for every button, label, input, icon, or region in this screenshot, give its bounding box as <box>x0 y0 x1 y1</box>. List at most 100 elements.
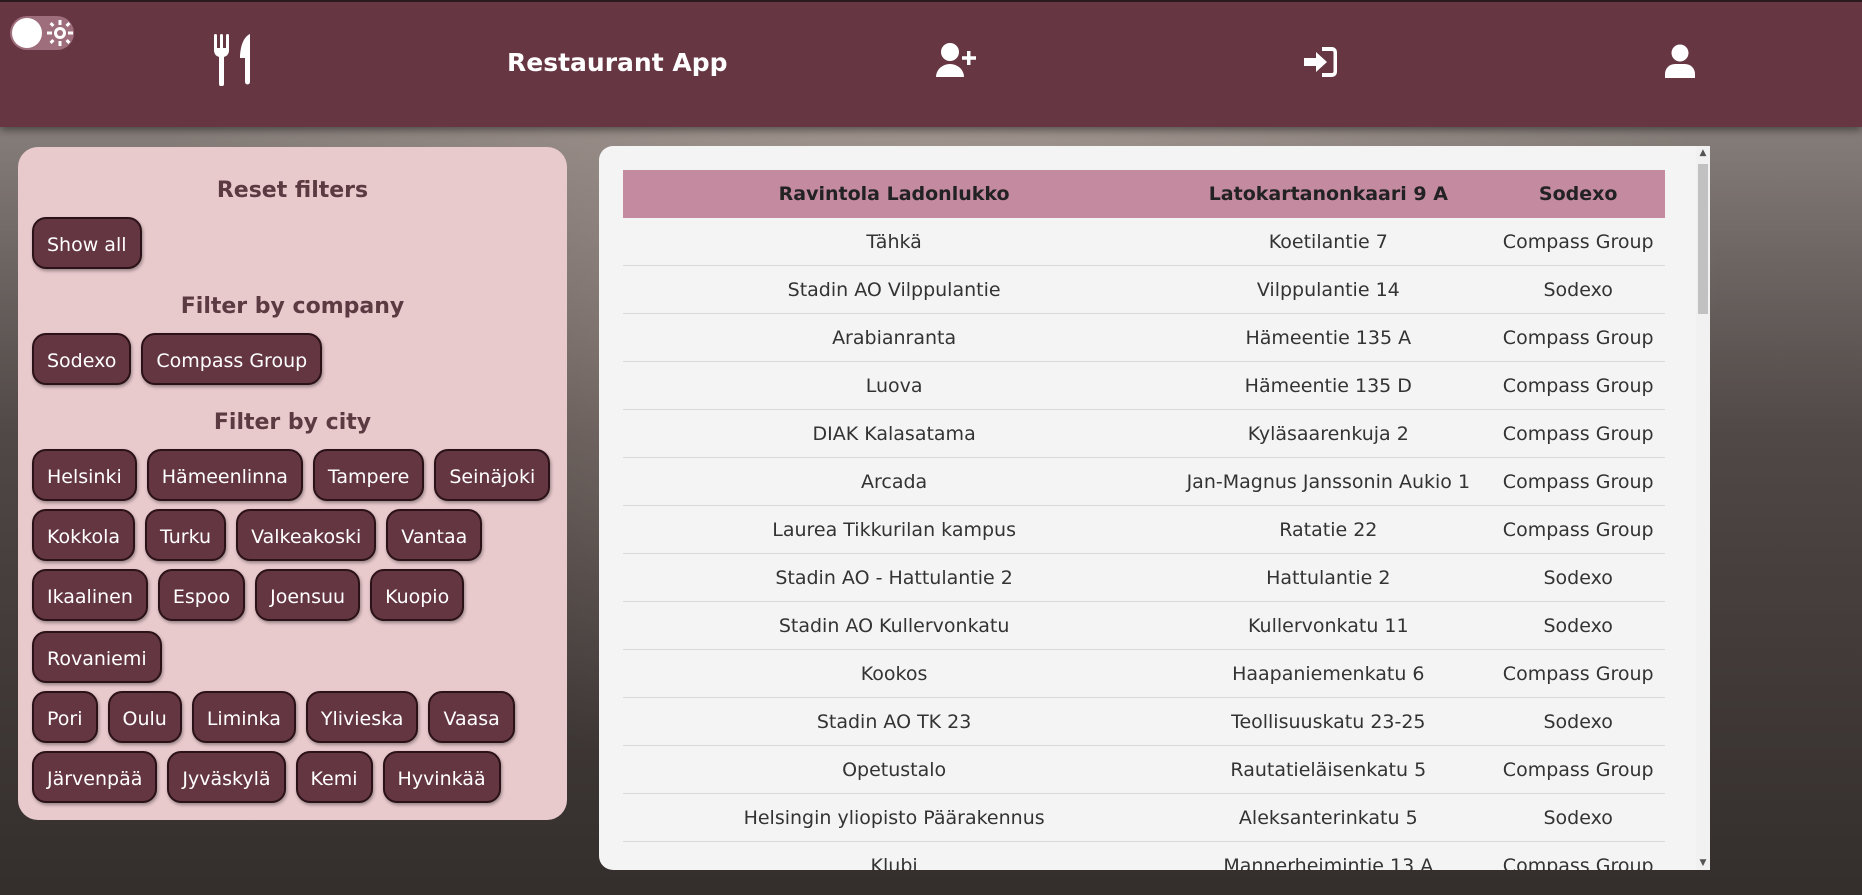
company-filter-sodexo[interactable]: Sodexo <box>32 333 132 385</box>
table-row[interactable]: Stadin AO TK 23 Teollisuuskatu 23-25 Sodex… <box>623 697 1665 746</box>
city-filter-seinajoki[interactable]: Seinäjoki <box>434 449 551 501</box>
scroll-thumb[interactable] <box>1698 164 1708 314</box>
header-restaurant-address: Latokartanonkaari 9 A <box>1165 170 1492 218</box>
restaurant-table-container: Ravintola Ladonlukko Latokartanonkaari 9… <box>599 146 1710 870</box>
city-filter-vantaa[interactable]: Vantaa <box>386 509 483 561</box>
city-filter-helsinki[interactable]: Helsinki <box>32 449 137 501</box>
user-icon[interactable] <box>1665 44 1695 78</box>
table-row[interactable]: Stadin AO - Hattulantie 2 Hattulantie 2 So… <box>623 553 1665 602</box>
city-filter-kemi[interactable]: Kemi <box>295 751 373 803</box>
table-scrollbar[interactable]: ▲ ▼ <box>1696 146 1710 870</box>
sign-in-icon[interactable] <box>1302 46 1338 78</box>
city-filter-hameenlinna[interactable]: Hämeenlinna <box>146 449 303 501</box>
toggle-knob <box>12 18 42 48</box>
city-filter-jyvaskyla[interactable]: Jyväskylä <box>167 751 286 803</box>
sun-icon <box>47 20 73 46</box>
city-filter-ikaalinen[interactable]: Ikaalinen <box>32 569 148 621</box>
restaurant-address: Hattulantie 2 <box>1165 553 1492 602</box>
restaurant-company: Sodexo <box>1491 601 1665 650</box>
theme-toggle[interactable] <box>10 16 74 50</box>
restaurant-company: Sodexo <box>1491 793 1665 842</box>
restaurant-name: Opetustalo <box>623 745 1166 794</box>
city-filter-jarvenpaa[interactable]: Järvenpää <box>32 751 158 803</box>
filter-panel: Reset filters Show all Filter by company… <box>18 147 567 820</box>
restaurant-address: Vilppulantie 14 <box>1165 265 1492 314</box>
city-filter-ylivieska[interactable]: Ylivieska <box>305 691 419 743</box>
restaurant-company: Compass Group <box>1491 745 1665 794</box>
city-filter-espoo[interactable]: Espoo <box>157 569 246 621</box>
city-filter-oulu[interactable]: Oulu <box>107 691 182 743</box>
restaurant-name: Stadin AO - Hattulantie 2 <box>623 553 1166 602</box>
restaurant-name: Arcada <box>623 457 1166 506</box>
header-restaurant-name: Ravintola Ladonlukko <box>623 170 1166 218</box>
restaurant-table: Ravintola Ladonlukko Latokartanonkaari 9… <box>623 170 1665 870</box>
city-filter-valkeakoski[interactable]: Valkeakoski <box>236 509 377 561</box>
restaurant-address: Rautatieläisenkatu 5 <box>1165 745 1492 794</box>
city-filter-kuopio[interactable]: Kuopio <box>370 569 465 621</box>
restaurant-address: Mannerheimintie 13 A <box>1165 841 1492 870</box>
table-row[interactable]: Stadin AO Vilppulantie Vilppulantie 14 Sod… <box>623 265 1665 314</box>
restaurant-name: Laurea Tikkurilan kampus <box>623 505 1166 554</box>
restaurant-address: Hämeentie 135 A <box>1165 313 1492 362</box>
restaurant-company: Sodexo <box>1491 265 1665 314</box>
restaurant-address: Teollisuuskatu 23-25 <box>1165 697 1492 746</box>
restaurant-company: Compass Group <box>1491 457 1665 506</box>
restaurant-name: Arabianranta <box>623 313 1166 362</box>
restaurant-address: Hämeentie 135 D <box>1165 361 1492 410</box>
restaurant-company: Compass Group <box>1491 218 1665 266</box>
city-filter-joensuu[interactable]: Joensuu <box>255 569 361 621</box>
table-row[interactable]: Arcada Jan-Magnus Janssonin Aukio 1 Compas… <box>623 457 1665 506</box>
restaurant-name: Stadin AO Vilppulantie <box>623 265 1166 314</box>
city-filter-turku[interactable]: Turku <box>145 509 227 561</box>
restaurant-name: DIAK Kalasatama <box>623 409 1166 458</box>
restaurant-name: Klubi <box>623 841 1166 870</box>
restaurant-company: Sodexo <box>1491 697 1665 746</box>
table-row[interactable]: Luova Hämeentie 135 D Compass Group <box>623 361 1665 410</box>
restaurant-address: Ratatie 22 <box>1165 505 1492 554</box>
restaurant-address: Jan-Magnus Janssonin Aukio 1 <box>1165 457 1492 506</box>
filter-by-city-title: Filter by city <box>213 410 372 435</box>
city-filter-liminka[interactable]: Liminka <box>191 691 296 743</box>
table-row[interactable]: Opetustalo Rautatieläisenkatu 5 Compass Gr… <box>623 745 1665 794</box>
table-row[interactable]: Tähkä Koetilantie 7 Compass Group <box>623 218 1665 266</box>
restaurant-address: Kullervonkatu 11 <box>1165 601 1492 650</box>
table-row[interactable]: Helsingin yliopisto Päärakennus Aleksante… <box>623 793 1665 842</box>
company-filter-compass-group[interactable]: Compass Group <box>141 333 323 385</box>
restaurant-address: Haapaniemenkatu 6 <box>1165 649 1492 698</box>
restaurant-name: Kookos <box>623 649 1166 698</box>
show-all-button[interactable]: Show all <box>32 217 142 269</box>
city-filter-pori[interactable]: Pori <box>32 691 98 743</box>
restaurant-address: Koetilantie 7 <box>1165 218 1492 266</box>
restaurant-name: Stadin AO TK 23 <box>623 697 1166 746</box>
restaurant-name: Helsingin yliopisto Päärakennus <box>623 793 1166 842</box>
city-filter-vaasa[interactable]: Vaasa <box>428 691 515 743</box>
restaurant-company: Compass Group <box>1491 649 1665 698</box>
city-filter-hyvinkaa[interactable]: Hyvinkää <box>382 751 501 803</box>
table-header-row[interactable]: Ravintola Ladonlukko Latokartanonkaari 9… <box>623 170 1665 218</box>
restaurant-company: Compass Group <box>1491 841 1665 870</box>
table-row[interactable]: Kookos Haapaniemenkatu 6 Compass Group <box>623 649 1665 698</box>
city-filter-rovaniemi[interactable]: Rovaniemi <box>32 631 162 683</box>
fork-knife-icon[interactable] <box>212 32 258 86</box>
restaurant-name: Luova <box>623 361 1166 410</box>
app-title: Restaurant App <box>507 48 728 77</box>
scroll-up-icon[interactable]: ▲ <box>1696 146 1710 160</box>
reset-filters-title: Reset filters <box>216 178 369 203</box>
header-restaurant-company: Sodexo <box>1491 170 1665 218</box>
filter-by-company-title: Filter by company <box>180 294 405 319</box>
restaurant-company: Compass Group <box>1491 361 1665 410</box>
table-row[interactable]: Laurea Tikkurilan kampus Ratatie 22 Compas… <box>623 505 1665 554</box>
table-row[interactable]: DIAK Kalasatama Kyläsaarenkuja 2 Compass G… <box>623 409 1665 458</box>
city-filter-kokkola[interactable]: Kokkola <box>32 509 136 561</box>
user-plus-icon[interactable] <box>936 42 978 78</box>
table-row[interactable]: Stadin AO Kullervonkatu Kullervonkatu 11 S… <box>623 601 1665 650</box>
table-row[interactable]: Arabianranta Hämeentie 135 A Compass Group <box>623 313 1665 362</box>
restaurant-name: Tähkä <box>623 218 1166 266</box>
restaurant-address: Kyläsaarenkuja 2 <box>1165 409 1492 458</box>
restaurant-company: Compass Group <box>1491 505 1665 554</box>
city-filter-tampere[interactable]: Tampere <box>312 449 425 501</box>
scroll-down-icon[interactable]: ▼ <box>1696 856 1710 870</box>
top-navbar: Restaurant App <box>0 0 1862 127</box>
table-row[interactable]: Klubi Mannerheimintie 13 A Compass Group <box>623 841 1665 870</box>
restaurant-company: Compass Group <box>1491 409 1665 458</box>
